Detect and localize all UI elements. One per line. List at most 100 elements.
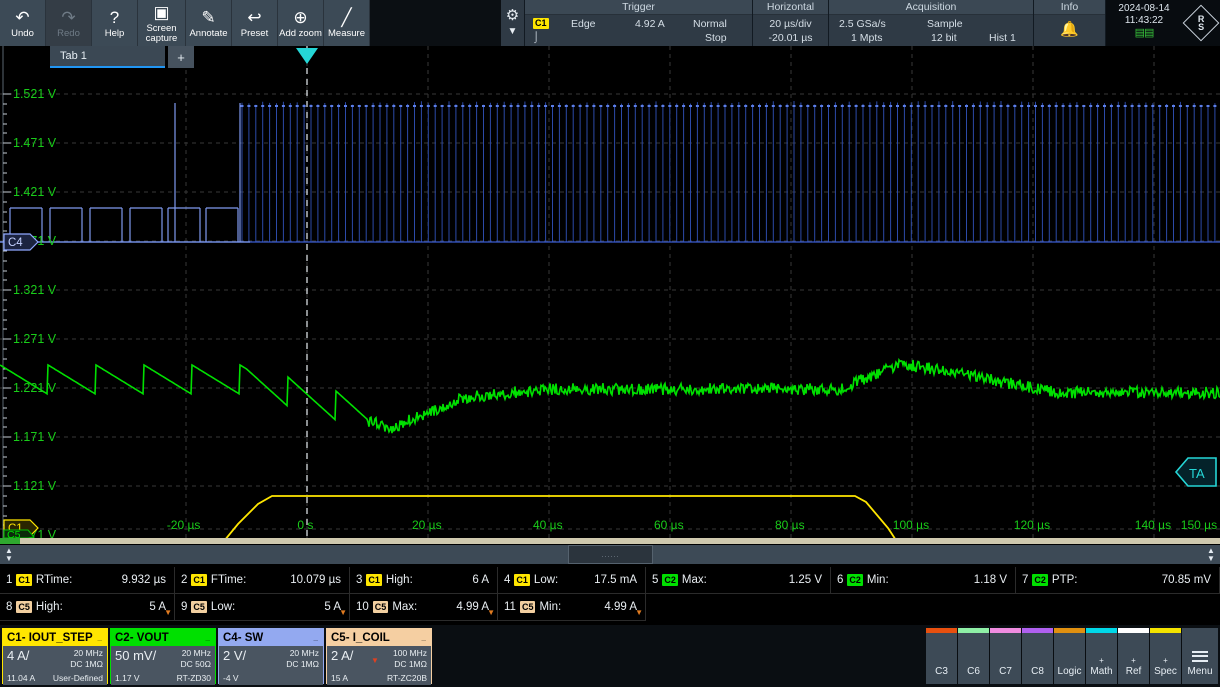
toolbar-spacer [370,0,501,46]
channel-card-c2[interactable]: C2- VOUT_50 mV/20 MHzDC 50Ω1.17 VRT-ZD30 [110,628,216,684]
plus-icon: + [1099,656,1104,665]
add-tab-button[interactable]: + [168,46,194,68]
svg-text:C4: C4 [8,237,23,249]
acquisition-resolution[interactable]: 12 bit [931,32,957,44]
y-tick-label: 1.271 V [13,332,57,346]
help-button[interactable]: ?Help [92,0,138,46]
acquisition-rate[interactable]: 2.5 GSa/s [839,18,886,30]
acquisition-panel[interactable]: Acquisition 2.5 GSa/s 1 Mpts Sample 12 b… [829,0,1034,46]
measurement-cell[interactable]: 4C1Low:17.5 mA [498,567,646,594]
horizontal-panel[interactable]: Horizontal 20 µs/div -20.01 µs [753,0,829,46]
measurement-value: 9.932 µs [122,574,166,586]
channel-minimize-icon[interactable]: _ [206,633,211,642]
waveform-svg[interactable]: 1.521 V1.471 V1.421 V1.371 V1.321 V1.271… [0,46,1220,538]
horizontal-scrollbar[interactable]: ▲▼ ...... ▲▼ [0,545,1220,564]
bell-icon[interactable]: 🔔 [1034,20,1105,38]
measurement-index: 10 [356,601,369,613]
channel-offset: 11.04 A [7,673,35,683]
info-panel[interactable]: Info 🔔 [1034,0,1106,46]
measurement-channel-badge: C5 [520,601,536,613]
measurement-warning-icon: ▼ [164,608,172,617]
add-zoom-button[interactable]: ⊕Add zoom [278,0,324,46]
chevron-down-icon[interactable]: ▼ [508,26,518,38]
horizontal-position[interactable]: -20.01 µs [753,32,828,44]
channel-header[interactable]: C5- I_COIL_ [327,629,431,646]
acquisition-overview-bar[interactable] [0,538,1220,544]
channel-bandwidth: 20 MHz [74,648,103,658]
tab-1[interactable]: Tab 1 [50,46,165,68]
c3-button[interactable]: C3 [926,628,957,684]
measurement-cell[interactable]: 1C1RTime:9.932 µs [0,567,175,594]
channel-coupling: DC 1MΩ [70,659,103,669]
channel-header[interactable]: C4- SW_ [219,629,323,646]
math-button[interactable]: +Math [1086,628,1117,684]
preset-button[interactable]: ↩Preset [232,0,278,46]
acquisition-memory[interactable]: 1 Mpts [851,32,883,44]
measurement-cell[interactable]: 3C1High:6 A [350,567,498,594]
measurement-cell[interactable]: 10C5Max:4.99 A▼ [350,594,498,621]
channel-color-indicator [926,628,957,633]
measurement-index: 1 [6,574,12,586]
channel-minimize-icon[interactable]: _ [98,633,103,642]
channel-scale[interactable]: 50 mV/ [115,648,156,663]
trigger-level[interactable]: 4.92 A [635,18,665,30]
measurement-cell[interactable]: 11C5Min:4.99 A▼ [498,594,646,621]
channel-body[interactable]: 50 mV/20 MHzDC 50Ω1.17 VRT-ZD30 [111,646,215,685]
channel-minimize-icon[interactable]: _ [422,633,427,642]
info-title: Info [1034,0,1105,15]
info-body: 🔔 [1034,15,1105,46]
scroll-right-arrow[interactable]: ▲▼ [1202,547,1220,563]
channel-probe: RT-ZD30 [177,673,211,683]
channel-body[interactable]: 4 A/20 MHzDC 1MΩ11.04 AUser-Defined [3,646,107,685]
acquisition-history[interactable]: Hist 1 [989,32,1016,44]
channel-marker-c4[interactable]: C4 [4,234,38,250]
measurement-cell[interactable]: 2C1FTime:10.079 µs [175,567,350,594]
measurement-cell[interactable]: 6C2Min:1.18 V [831,567,1016,594]
measurement-cell[interactable]: 5C2Max:1.25 V [646,567,831,594]
acquisition-mode[interactable]: Sample [927,18,963,30]
channel-scale[interactable]: 4 A/ [7,648,29,663]
c7-button[interactable]: C7 [990,628,1021,684]
measure-button[interactable]: ╱Measure [324,0,370,46]
screen-capture-button[interactable]: ▣Screencapture [138,0,186,46]
c6-button[interactable]: C6 [958,628,989,684]
channel-header[interactable]: C2- VOUT_ [111,629,215,646]
channel-color-indicator [1054,628,1085,633]
trigger-mode[interactable]: Normal [693,18,727,30]
rising-edge-icon: ⌡ [533,31,539,43]
channel-offset: 1.17 V [115,673,140,683]
measurement-cell[interactable]: 8C5High:5 A▼ [0,594,175,621]
waveform-display[interactable]: 1.521 V1.471 V1.421 V1.371 V1.321 V1.271… [0,46,1220,538]
redo-arrow-icon: ↷ [61,9,75,27]
hamburger-menu-button[interactable]: Menu [1182,628,1218,684]
ref-button[interactable]: +Ref [1118,628,1149,684]
channel-body[interactable]: 2 A/100 MHzDC 1MΩ15 ART-ZC20B▼ [327,646,431,685]
annotate-button[interactable]: ✎Annotate [186,0,232,46]
preset-label: Preset [241,29,268,39]
undo-button[interactable]: ↶Undo [0,0,46,46]
channel-scale[interactable]: 2 A/ [331,648,353,663]
channel-card-c4[interactable]: C4- SW_2 V/20 MHzDC 1MΩ-4 V [218,628,324,684]
channel-card-c1[interactable]: C1- IOUT_STEP_4 A/20 MHzDC 1MΩ11.04 AUse… [2,628,108,684]
channel-header[interactable]: C1- IOUT_STEP_ [3,629,107,646]
measurement-cell[interactable]: 9C5Low:5 A▼ [175,594,350,621]
channel-scale[interactable]: 2 V/ [223,648,246,663]
trigger-state[interactable]: Stop [705,32,727,44]
scroll-left-arrow[interactable]: ▲▼ [0,547,18,563]
spec-button[interactable]: +Spec [1150,628,1181,684]
trigger-panel[interactable]: Trigger C1 ⌡ Edge 4.92 A Normal Stop [525,0,753,46]
channel-body[interactable]: 2 V/20 MHzDC 1MΩ-4 V [219,646,323,685]
logic-button[interactable]: Logic [1054,628,1085,684]
channel-minimize-icon[interactable]: _ [314,633,319,642]
timeline-scroll-area[interactable]: ▲▼ ...... ▲▼ [0,538,1220,564]
measurement-cell[interactable]: 7C2PTP:70.85 mV [1016,567,1220,594]
settings-gear-button[interactable]: ⚙ ▼ [501,0,525,46]
trigger-channel-badge[interactable]: C1 [533,17,549,29]
c8-button[interactable]: C8 [1022,628,1053,684]
trigger-type[interactable]: Edge [571,18,596,30]
horizontal-scale[interactable]: 20 µs/div [753,18,828,30]
pencil-icon: ✎ [201,9,215,27]
tab-label: Tab 1 [60,50,87,62]
scroll-handle[interactable]: ...... [568,545,653,564]
channel-card-c5[interactable]: C5- I_COIL_2 A/100 MHzDC 1MΩ15 ART-ZC20B… [326,628,432,684]
